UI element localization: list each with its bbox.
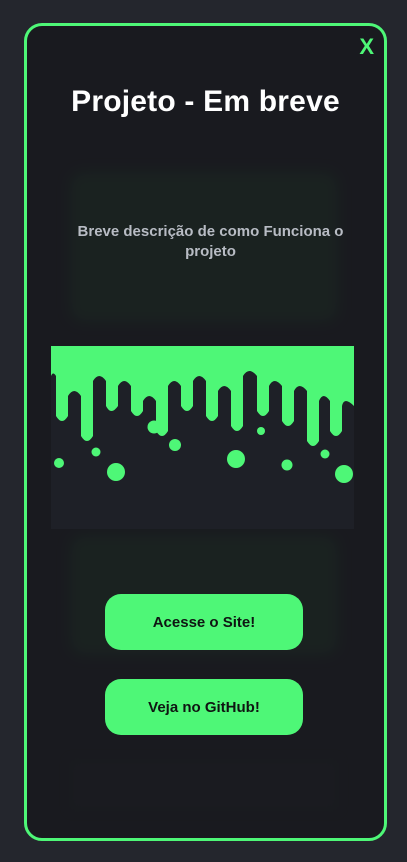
project-image (51, 346, 354, 529)
green-drip-illustration (51, 346, 354, 483)
project-description: Breve descrição de como Funciona o proje… (77, 223, 344, 260)
visit-site-button[interactable]: Acesse o Site! (105, 594, 303, 650)
view-github-button[interactable]: Veja no GitHub! (105, 679, 303, 735)
modal-title: Projeto - Em breve (71, 85, 340, 118)
close-button[interactable]: X (359, 36, 374, 58)
project-modal: X Projeto - Em breve Breve descrição de … (24, 23, 387, 841)
